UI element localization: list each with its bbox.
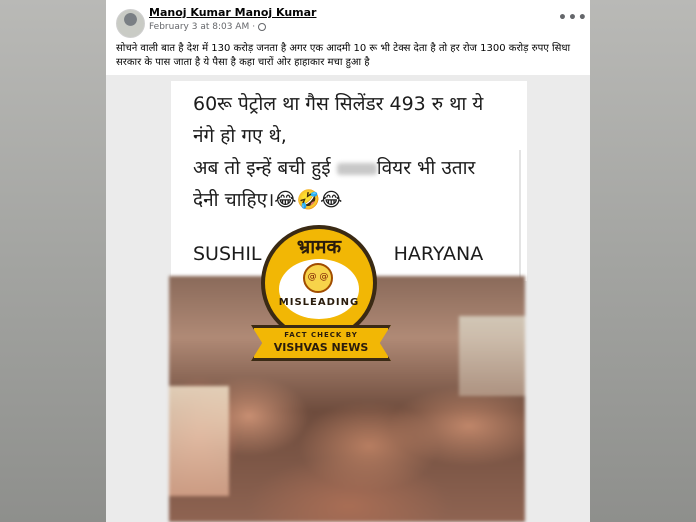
timestamp[interactable]: February 3 at 8:03 AM <box>149 22 249 32</box>
banner-right <box>459 316 525 396</box>
embed-line-2: नंगे हो गए थे, <box>193 125 287 147</box>
facebook-post: Manoj Kumar Manoj Kumar February 3 at 8:… <box>106 0 590 522</box>
post-text: सोचने वाली बात है देश में 130 करोड़ जनता… <box>116 43 571 68</box>
embed-line-3-end: वियर भी उतार <box>376 157 476 179</box>
post-meta: February 3 at 8:03 AM · <box>149 22 267 32</box>
meta-separator: · <box>252 22 256 32</box>
confused-face-icon: @ @ <box>303 263 333 293</box>
post-image[interactable]: 60रू पेट्रोल था गैस सिलेंडर 493 रु था ये… <box>106 75 590 522</box>
banner-left <box>169 386 229 496</box>
post-header: Manoj Kumar Manoj Kumar February 3 at 8:… <box>106 0 590 40</box>
background-right <box>590 0 696 522</box>
embed-line-3-start: अब तो इन्हें बची हुई <box>193 157 331 179</box>
author-name[interactable]: Manoj Kumar Manoj Kumar <box>149 6 317 19</box>
badge-title: भ्रामक <box>296 236 342 258</box>
background-left <box>0 0 106 522</box>
badge-verdict: MISLEADING <box>278 297 360 308</box>
badge-ribbon: FACT CHECK BY VISHVAS NEWS <box>251 325 391 361</box>
ribbon-small-text: FACT CHECK BY <box>284 331 358 339</box>
avatar[interactable] <box>116 9 145 38</box>
blurred-word <box>336 162 377 175</box>
more-options-icon[interactable]: ••• <box>558 10 588 26</box>
globe-icon <box>258 23 267 31</box>
ribbon-big-text: VISHVAS NEWS <box>273 341 369 354</box>
embed-line-3: अब तो इन्हें बची हुई वियर भी उतार <box>193 157 475 179</box>
fact-check-badge: भ्रामक @ @ MISLEADING FACT CHECK BY VISH… <box>251 225 391 375</box>
embed-line-1: 60रू पेट्रोल था गैस सिलेंडर 493 रु था ये <box>193 93 484 115</box>
embed-line-4: देनी चाहिए।😂🤣😂 <box>193 189 343 211</box>
badge-circle: भ्रामक @ @ MISLEADING <box>261 225 377 341</box>
embed-line-5-end: HARYANA <box>393 243 484 265</box>
